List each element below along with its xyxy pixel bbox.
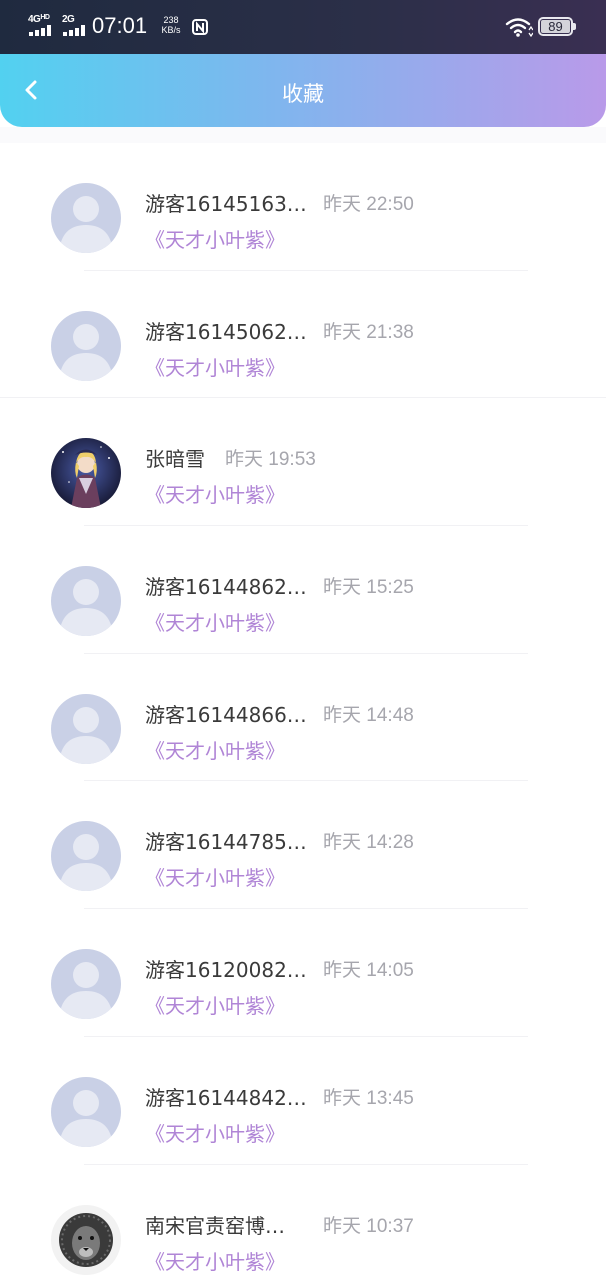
- list-item[interactable]: 张暗雪 昨天 19:53 《天才小叶紫》: [0, 398, 606, 527]
- lion-avatar[interactable]: [51, 1204, 121, 1275]
- list-item[interactable]: 游客16144866… 昨天 14:48 《天才小叶紫》: [0, 654, 606, 782]
- nfc-icon: [192, 19, 208, 35]
- user-name: 南宋官责窑博…: [145, 1213, 285, 1238]
- signal-sim1: 4GHD: [28, 14, 58, 36]
- status-bar: 4GHD 2G 07:01 238 KB/s 89: [0, 0, 606, 54]
- user-name: 游客16145163…: [145, 192, 307, 216]
- timestamp: 昨天 14:28: [323, 832, 414, 854]
- default-avatar[interactable]: [51, 310, 121, 381]
- signal-sim2: 2G: [62, 14, 88, 36]
- battery-icon: 89: [538, 17, 576, 36]
- timestamp: 昨天 14:48: [323, 704, 414, 726]
- header-bar: 收藏: [0, 54, 606, 127]
- favorites-screen: 4GHD 2G 07:01 238 KB/s 89 收藏 游客16145163……: [0, 0, 606, 1280]
- network-speed: 238 KB/s: [161, 15, 181, 35]
- signal-bars-icon: [29, 25, 53, 36]
- book-title[interactable]: 《天才小叶紫》: [145, 607, 285, 636]
- user-name: 游客16145062…: [145, 319, 307, 344]
- user-name: 张暗雪: [145, 447, 205, 472]
- book-title[interactable]: 《天才小叶紫》: [145, 735, 285, 764]
- default-avatar[interactable]: [51, 693, 121, 764]
- wifi-icon: [505, 18, 533, 38]
- timestamp: 昨天 19:53: [225, 449, 316, 471]
- user-name: 游客16120082…: [145, 958, 307, 983]
- user-name: 游客16144862…: [145, 575, 307, 600]
- book-title[interactable]: 《天才小叶紫》: [145, 862, 285, 891]
- timestamp: 昨天 14:05: [323, 960, 414, 982]
- list-item[interactable]: 游客16144862… 昨天 15:25 《天才小叶紫》: [0, 526, 606, 654]
- timestamp: 昨天 15:25: [323, 577, 414, 599]
- book-title[interactable]: 《天才小叶紫》: [145, 1118, 285, 1147]
- book-title[interactable]: 《天才小叶紫》: [145, 990, 285, 1019]
- timestamp: 昨天 13:45: [323, 1087, 414, 1109]
- book-title[interactable]: 《天才小叶紫》: [145, 479, 285, 508]
- header-divider: [0, 127, 606, 143]
- anime-girl-avatar[interactable]: [51, 438, 121, 509]
- network-type-1: 4GHD: [28, 14, 50, 25]
- network-type-2: 2G: [62, 14, 75, 25]
- default-avatar[interactable]: [51, 566, 121, 637]
- list-item[interactable]: 游客16145062… 昨天 21:38 《天才小叶紫》: [0, 271, 606, 399]
- list-item[interactable]: 游客16144842… 昨天 13:45 《天才小叶紫》: [0, 1037, 606, 1165]
- signal-bars-icon: [63, 25, 87, 36]
- default-avatar[interactable]: [51, 1076, 121, 1147]
- book-title[interactable]: 《天才小叶紫》: [145, 352, 285, 381]
- timestamp: 昨天 22:50: [323, 194, 414, 215]
- status-time: 07:01: [92, 13, 148, 38]
- battery-level: 89: [548, 19, 563, 34]
- list-item[interactable]: 游客16145163… 昨天 22:50 《天才小叶紫》: [0, 143, 606, 271]
- default-avatar[interactable]: [51, 949, 121, 1020]
- timestamp: 昨天 10:37: [323, 1215, 414, 1237]
- default-avatar[interactable]: [51, 821, 121, 892]
- user-name: 游客16144842…: [145, 1085, 307, 1110]
- timestamp: 昨天 21:38: [323, 321, 414, 343]
- default-avatar[interactable]: [51, 183, 121, 253]
- page-title: 收藏: [282, 82, 324, 106]
- book-title[interactable]: 《天才小叶紫》: [145, 224, 285, 253]
- list-item[interactable]: 游客16144785… 昨天 14:28 《天才小叶紫》: [0, 781, 606, 910]
- favorites-list: 游客16145163… 昨天 22:50 《天才小叶紫》 游客16145062……: [0, 143, 606, 1280]
- list-item[interactable]: 游客16120082… 昨天 14:05 《天才小叶紫》: [0, 909, 606, 1037]
- user-name: 游客16144866…: [145, 702, 307, 727]
- book-title[interactable]: 《天才小叶紫》: [145, 1246, 285, 1275]
- user-name: 游客16144785…: [145, 830, 307, 855]
- list-item[interactable]: 南宋官责窑博… 昨天 10:37 《天才小叶紫》: [0, 1165, 606, 1280]
